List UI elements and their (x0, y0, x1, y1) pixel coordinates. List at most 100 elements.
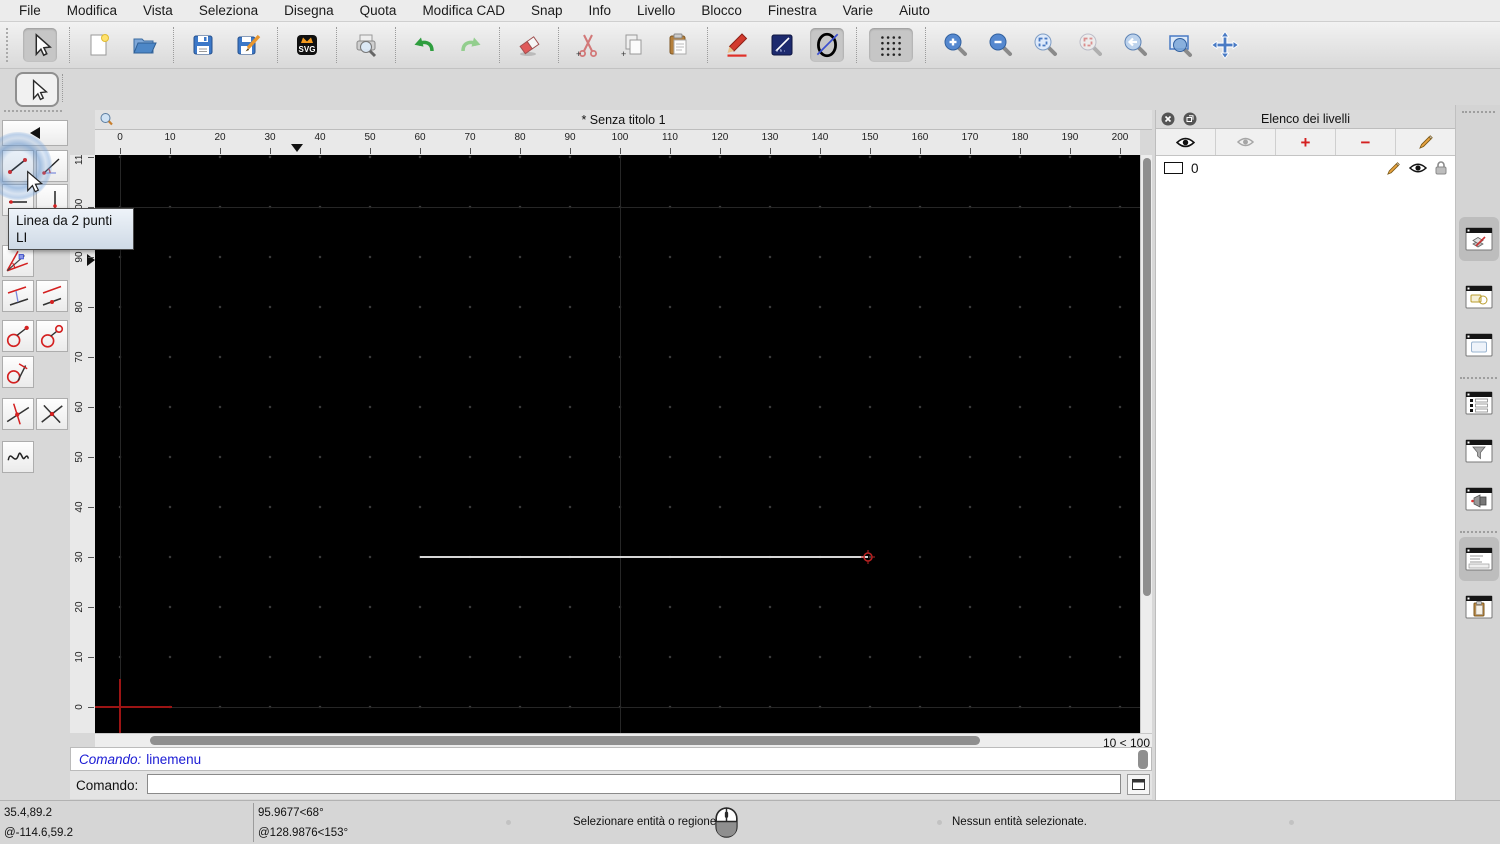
menu-item-snap[interactable]: Snap (518, 3, 576, 18)
delete-button[interactable] (512, 28, 546, 62)
palette-handle[interactable] (4, 110, 62, 112)
svg-export-button[interactable]: SVG (290, 28, 324, 62)
add-layer-button[interactable]: + (1276, 129, 1336, 155)
line-freehand-button[interactable] (2, 441, 34, 473)
zoom-out-button[interactable] (983, 28, 1017, 62)
menu-item-finestra[interactable]: Finestra (755, 3, 830, 18)
menu-bar: File Modifica Vista Seleziona Disegna Quota Mo… (0, 0, 1500, 22)
float-panel-icon[interactable] (1183, 112, 1197, 126)
line-entity[interactable] (420, 556, 868, 558)
menu-item-aiuto[interactable]: Aiuto (886, 3, 943, 18)
horizontal-scrollbar[interactable] (95, 733, 1085, 747)
ellipse-icon (816, 32, 839, 58)
v-ruler-tick (88, 307, 94, 308)
menu-item-file[interactable]: File (6, 3, 54, 18)
copy-icon: + (621, 34, 642, 59)
menu-item-info[interactable]: Info (576, 3, 625, 18)
line-tangent-orthogonal-button[interactable] (2, 356, 34, 388)
edit-layer-button[interactable] (1396, 129, 1455, 155)
command-detach-button[interactable] (1127, 774, 1150, 795)
zoom-in-button[interactable] (938, 28, 972, 62)
dock-library-browser-button[interactable] (1464, 331, 1494, 359)
v-ruler-tick (88, 507, 94, 508)
zoom-previous-button[interactable] (1073, 28, 1107, 62)
line-relative-angle-button[interactable] (36, 398, 68, 430)
cut-button[interactable]: + (571, 28, 605, 62)
command-input[interactable] (147, 774, 1121, 794)
origin-cross-vertical (119, 679, 121, 733)
close-icon[interactable] (1161, 112, 1175, 126)
layer-visibility-checkbox[interactable] (1164, 162, 1183, 174)
vertical-scrollbar[interactable] (1140, 155, 1152, 733)
grid-toggle-button[interactable] (869, 28, 913, 62)
drawing-canvas[interactable] (95, 155, 1140, 733)
undo-button[interactable] (408, 28, 442, 62)
h-ruler-tick (770, 148, 771, 154)
menu-item-quota[interactable]: Quota (347, 3, 410, 18)
menu-item-disegna[interactable]: Disegna (271, 3, 347, 18)
dock-handle[interactable] (1462, 111, 1495, 113)
line-parallel-distance-button[interactable] (2, 280, 34, 312)
v-ruler-tick (88, 157, 94, 158)
pen-edit-button[interactable] (720, 28, 754, 62)
paste-button[interactable] (661, 28, 695, 62)
line-orthogonal-button[interactable] (2, 398, 34, 430)
open-folder-icon (133, 38, 157, 54)
dock-entity-list-button[interactable] (1464, 389, 1494, 417)
line-freehand-icon (7, 452, 30, 461)
line-tangent-two-circles-button[interactable] (36, 320, 68, 352)
zoom-pan-button[interactable] (1208, 28, 1242, 62)
menu-item-livello[interactable]: Livello (624, 3, 688, 18)
line-tangent-point-circle-button[interactable] (2, 320, 34, 352)
menu-item-vista[interactable]: Vista (130, 3, 186, 18)
pan-icon (1210, 30, 1240, 60)
layer-row[interactable]: 0 (1156, 158, 1455, 178)
menu-item-blocco[interactable]: Blocco (688, 3, 755, 18)
menu-item-modifica-cad[interactable]: Modifica CAD (409, 3, 518, 18)
absolute-coordinates: 35.4,89.2 (4, 807, 52, 819)
line-orthogonal-icon (6, 403, 30, 425)
select-arrow-icon (35, 33, 52, 57)
show-all-layers-button[interactable] (1156, 129, 1216, 155)
command-history-scrollbar-thumb[interactable] (1138, 750, 1148, 769)
vertical-scrollbar-thumb[interactable] (1142, 158, 1151, 596)
zoom-auto-button[interactable] (1028, 28, 1062, 62)
tooltip-title: Linea da 2 punti (16, 213, 113, 228)
redo-button[interactable] (453, 28, 487, 62)
menu-item-seleziona[interactable]: Seleziona (186, 3, 271, 18)
print-preview-button[interactable] (349, 28, 383, 62)
ellipse-tool-button[interactable] (810, 28, 844, 62)
layer-lock-icon[interactable] (1435, 161, 1447, 175)
dock-entity-filter-button[interactable] (1464, 437, 1494, 465)
svg-text:SVG: SVG (299, 45, 316, 54)
save-button[interactable] (186, 28, 220, 62)
dock-block-list-button[interactable] (1464, 283, 1494, 311)
open-document-button[interactable] (127, 28, 161, 62)
dock-clipboard-button[interactable] (1464, 593, 1494, 621)
zoom-window-button[interactable] (1163, 28, 1197, 62)
toolbar-handle[interactable] (6, 28, 12, 62)
dock-layer-list-button[interactable] (1464, 225, 1494, 253)
zoom-back-button[interactable] (1118, 28, 1152, 62)
select-button[interactable] (23, 28, 57, 62)
copy-button[interactable]: + (616, 28, 650, 62)
line-parallel-point-button[interactable] (36, 280, 68, 312)
save-as-button[interactable] (231, 28, 265, 62)
v-ruler-label: 90 (73, 251, 85, 263)
layer-edit-pencil-icon[interactable] (1386, 161, 1401, 176)
status-dot (506, 820, 511, 825)
h-ruler-tick (1120, 148, 1121, 154)
layer-visible-eye-icon[interactable] (1409, 162, 1427, 174)
dock-inspector-button[interactable] (1464, 485, 1494, 513)
dock-command-widget-button[interactable] (1464, 545, 1494, 573)
select-tool-button[interactable] (15, 72, 59, 107)
line-tool-button[interactable] (765, 28, 799, 62)
document-titlebar[interactable]: * Senza titolo 1 (95, 110, 1152, 130)
menu-item-modifica[interactable]: Modifica (54, 3, 130, 18)
menu-item-varie[interactable]: Varie (830, 3, 887, 18)
selection-status: Nessun entità selezionate. (952, 816, 1087, 828)
new-document-button[interactable] (82, 28, 116, 62)
hide-all-layers-button[interactable] (1216, 129, 1276, 155)
horizontal-scrollbar-thumb[interactable] (150, 736, 980, 745)
remove-layer-button[interactable]: − (1336, 129, 1396, 155)
